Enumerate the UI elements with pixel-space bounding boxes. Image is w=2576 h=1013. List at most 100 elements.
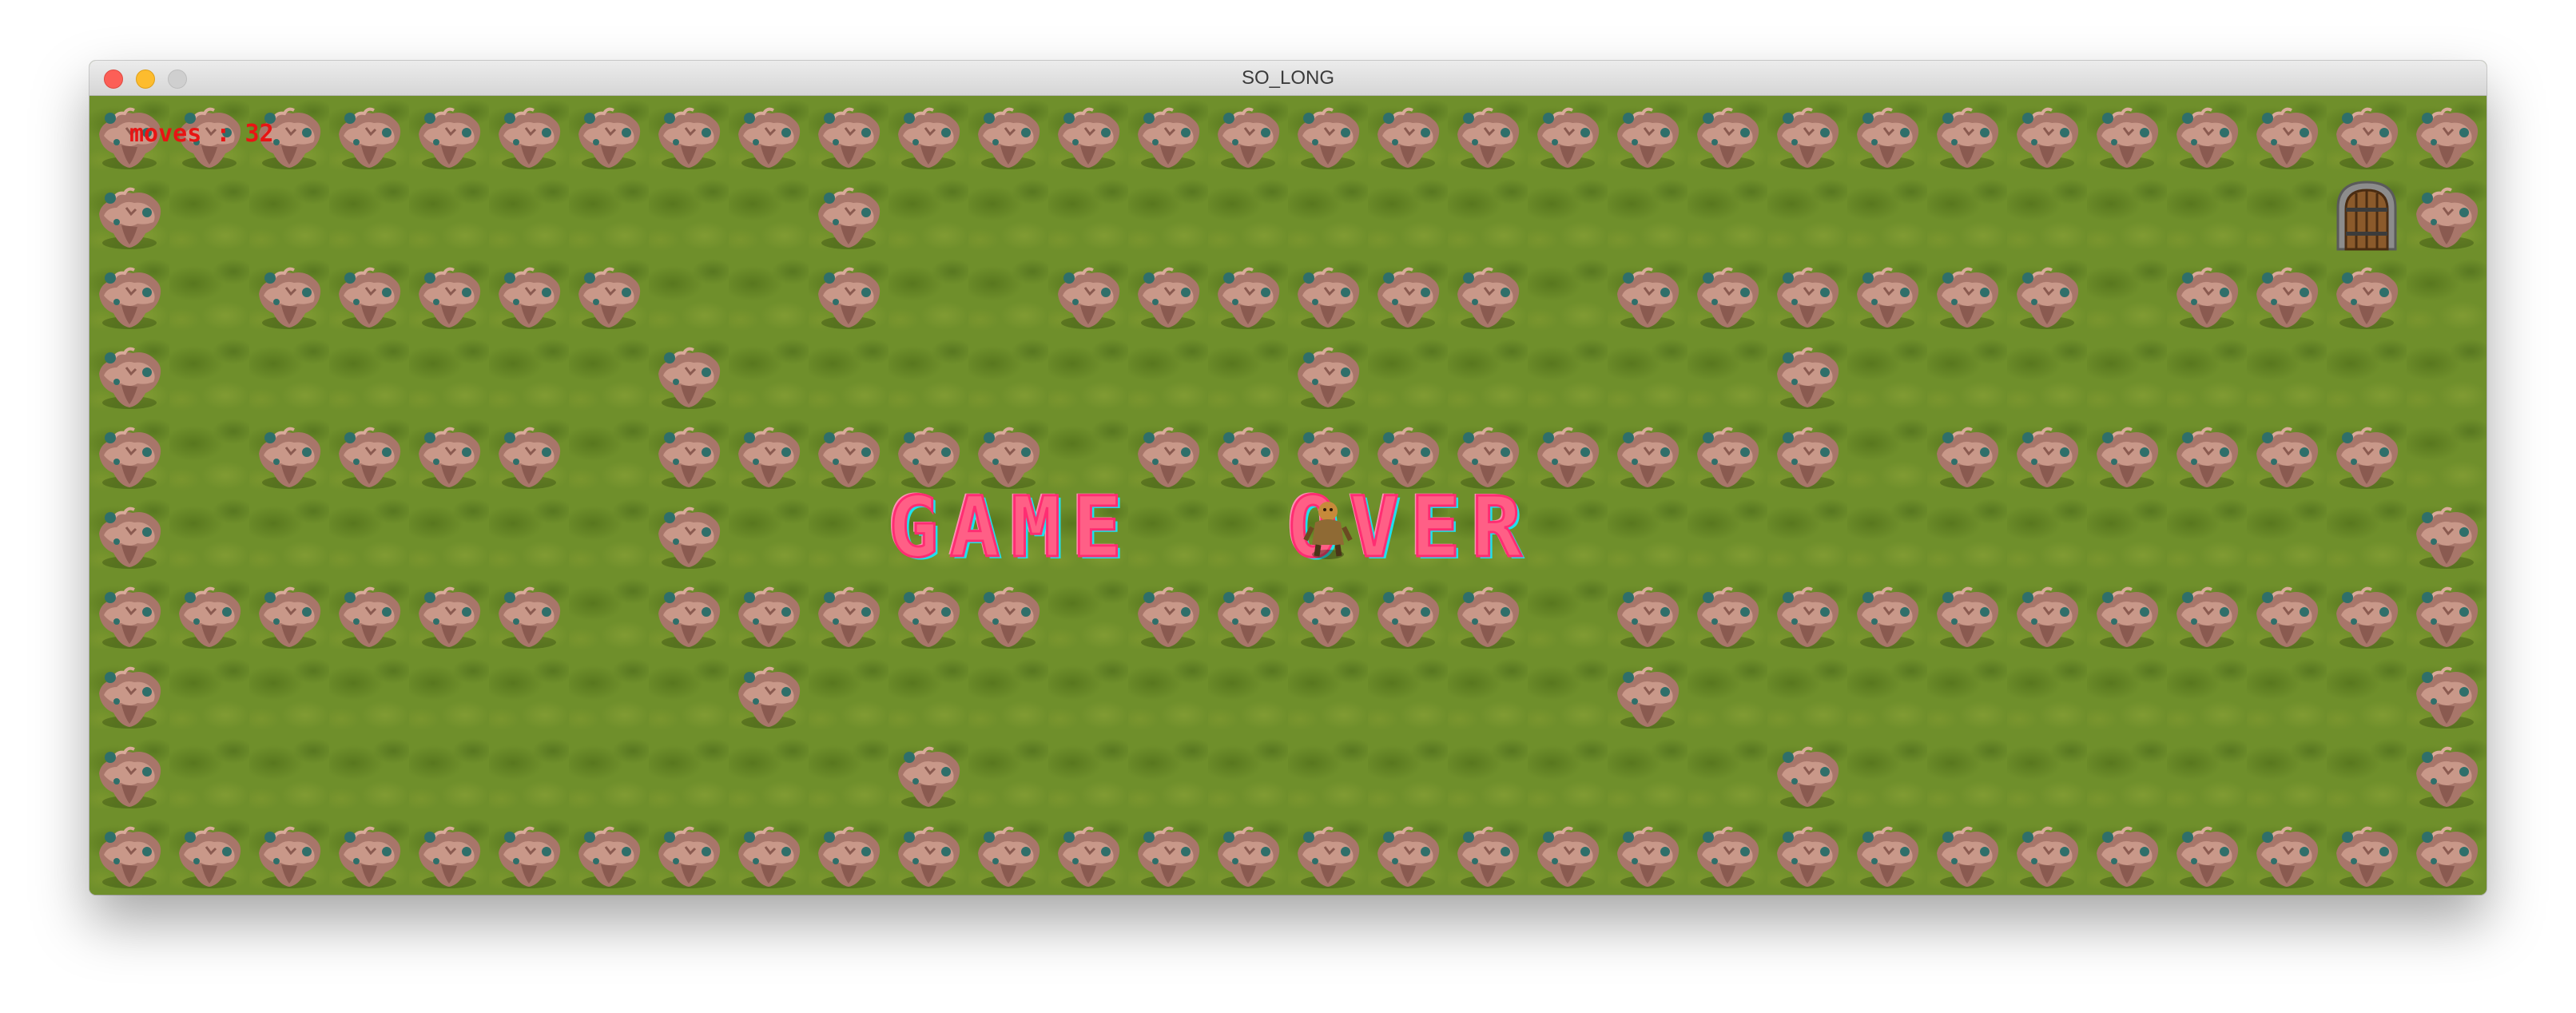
wall-rock-tile <box>1927 815 2007 895</box>
wall-rock-tile <box>2247 256 2327 336</box>
rock-island-icon <box>1138 267 1200 329</box>
exit-door <box>2327 176 2407 256</box>
wall-rock-tile <box>569 815 649 895</box>
wall-rock-tile <box>2087 575 2167 655</box>
rock-island-icon <box>1298 826 1360 888</box>
wall-rock-tile <box>1288 256 1368 336</box>
rock-island-icon <box>2256 826 2319 888</box>
wall-rock-tile <box>1688 815 1767 895</box>
wall-rock-tile <box>249 575 329 655</box>
rock-island-icon <box>2336 826 2399 888</box>
rock-island-icon <box>658 586 721 649</box>
rock-island-icon <box>2176 107 2239 169</box>
rock-island-icon <box>1218 826 1280 888</box>
wall-rock-tile <box>89 336 169 415</box>
rock-island-icon <box>2176 427 2239 489</box>
rock-island-icon <box>2336 267 2399 329</box>
wall-rock-tile <box>1927 575 2007 655</box>
wall-rock-tile <box>89 575 169 655</box>
rock-island-icon <box>898 826 960 888</box>
wall-rock-tile <box>2247 575 2327 655</box>
wall-rock-tile <box>1767 735 1847 815</box>
rock-island-icon <box>259 826 321 888</box>
wall-rock-tile <box>329 415 409 495</box>
rock-island-icon <box>1697 586 1759 649</box>
rock-island-icon <box>1777 267 1839 329</box>
rock-island-icon <box>738 427 801 489</box>
wall-rock-tile <box>409 415 489 495</box>
wall-rock-tile <box>2247 415 2327 495</box>
wall-rock-tile <box>729 415 809 495</box>
wall-rock-tile <box>2007 415 2087 495</box>
rock-island-icon <box>1937 586 1999 649</box>
rock-island-icon <box>818 187 881 249</box>
rock-island-icon <box>2416 506 2479 569</box>
wall-rock-tile <box>2167 415 2247 495</box>
wall-rock-tile <box>2327 96 2407 176</box>
rock-island-icon <box>1457 107 1520 169</box>
wall-rock-tile <box>1847 256 1927 336</box>
rock-island-icon <box>2176 826 2239 888</box>
wall-rock-tile <box>1128 96 1208 176</box>
rock-island-icon <box>2416 107 2479 169</box>
title-bar[interactable]: SO_LONG <box>89 61 2487 96</box>
wall-rock-tile <box>729 655 809 735</box>
rock-island-icon <box>1298 107 1360 169</box>
rock-island-icon <box>2336 586 2399 649</box>
wall-rock-tile <box>1608 96 1688 176</box>
wall-rock-tile <box>888 735 968 815</box>
rock-island-icon <box>1138 586 1200 649</box>
rock-island-icon <box>2097 107 2159 169</box>
wall-rock-tile <box>489 96 569 176</box>
rock-island-icon <box>898 107 960 169</box>
rock-island-icon <box>179 586 241 649</box>
wall-rock-tile <box>329 256 409 336</box>
wall-rock-tile <box>2087 96 2167 176</box>
wall-rock-tile <box>1847 575 1927 655</box>
game-canvas[interactable]: moves : 32 GAME OVER <box>89 96 2487 895</box>
wall-rock-tile <box>2087 415 2167 495</box>
rock-island-icon <box>419 267 481 329</box>
rock-island-icon <box>1937 267 1999 329</box>
wall-rock-tile <box>1208 575 1288 655</box>
rock-island-icon <box>1937 107 1999 169</box>
wall-rock-tile <box>1368 815 1448 895</box>
wall-rock-tile <box>2327 815 2407 895</box>
rock-island-icon <box>2017 427 2079 489</box>
wall-rock-tile <box>809 415 888 495</box>
rock-island-icon <box>419 107 481 169</box>
wall-rock-tile <box>489 256 569 336</box>
wall-rock-tile <box>1448 96 1528 176</box>
wall-rock-tile <box>2407 735 2487 815</box>
wall-rock-tile <box>1528 96 1608 176</box>
wall-rock-tile <box>89 495 169 575</box>
rock-island-icon <box>2336 107 2399 169</box>
wall-rock-tile <box>2247 96 2327 176</box>
rock-island-icon <box>339 586 401 649</box>
wall-rock-tile <box>2007 256 2087 336</box>
rock-island-icon <box>99 427 161 489</box>
rock-island-icon <box>1298 267 1360 329</box>
wooden-door-icon <box>2336 181 2397 251</box>
wall-rock-tile <box>649 415 729 495</box>
rock-island-icon <box>499 107 561 169</box>
rock-island-icon <box>1058 107 1120 169</box>
rock-island-icon <box>339 107 401 169</box>
rock-island-icon <box>1937 826 1999 888</box>
rock-island-icon <box>738 107 801 169</box>
wall-rock-tile <box>1767 336 1847 415</box>
wall-rock-tile <box>89 415 169 495</box>
rock-island-icon <box>978 586 1040 649</box>
rock-island-icon <box>1857 586 1919 649</box>
wall-rock-tile <box>1767 256 1847 336</box>
rock-island-icon <box>1777 586 1839 649</box>
rock-island-icon <box>2176 586 2239 649</box>
wall-rock-tile <box>2327 415 2407 495</box>
wall-rock-tile <box>89 735 169 815</box>
wall-rock-tile <box>968 815 1048 895</box>
rock-island-icon <box>2256 267 2319 329</box>
rock-island-icon <box>1138 826 1200 888</box>
wall-rock-tile <box>1688 575 1767 655</box>
wall-rock-tile <box>729 815 809 895</box>
rock-island-icon <box>339 826 401 888</box>
